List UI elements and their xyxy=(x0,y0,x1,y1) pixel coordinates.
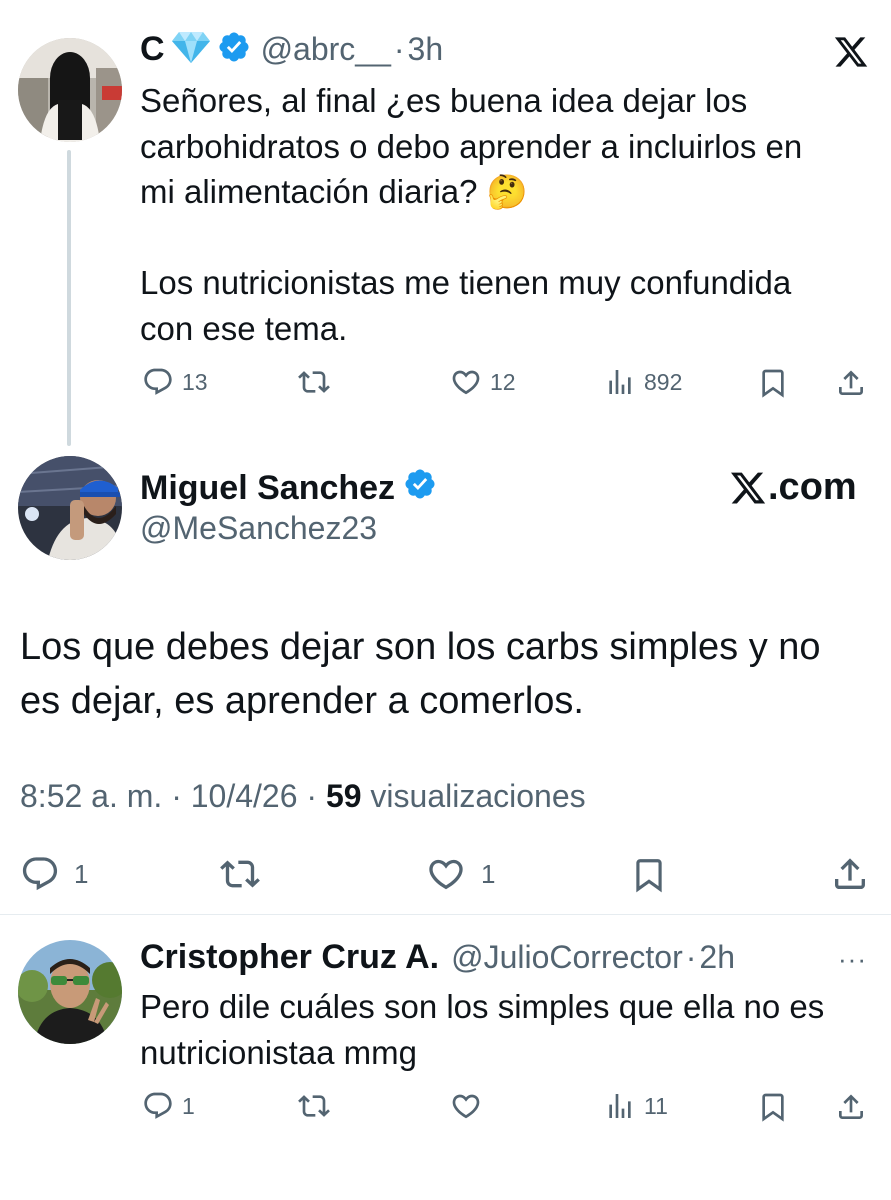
repost-button[interactable] xyxy=(297,366,331,398)
bookmark-button[interactable] xyxy=(630,854,668,896)
tweet-header: Cristopher Cruz A. @JulioCorrector · 2h xyxy=(140,938,735,977)
reply-button[interactable]: 1 xyxy=(20,854,88,894)
reply-button[interactable]: 13 xyxy=(142,366,208,398)
reply-count: 1 xyxy=(74,858,89,889)
author-name-row: Miguel Sanchez xyxy=(140,467,437,510)
reply-button[interactable]: 1 xyxy=(142,1090,195,1122)
bookmark-button[interactable] xyxy=(757,1090,789,1124)
date[interactable]: 10/4/26 xyxy=(191,778,298,814)
like-button[interactable]: 12 xyxy=(450,366,516,398)
views-label: visualizaciones xyxy=(361,778,586,814)
diamond-icon xyxy=(171,30,211,69)
tweet-text: Pero dile cuáles son los simples que ell… xyxy=(140,988,825,1071)
separator-dot: · xyxy=(297,778,326,814)
views-button[interactable]: 11 xyxy=(604,1090,668,1122)
timestamp[interactable]: 3h xyxy=(408,31,444,68)
views-count: 11 xyxy=(644,1092,668,1119)
xcom-watermark: .com xyxy=(728,466,857,509)
timestamp[interactable]: 8:52 a. m. xyxy=(20,778,162,814)
verified-icon xyxy=(217,30,251,69)
x-logo-icon xyxy=(730,472,766,503)
author-handle[interactable]: @JulioCorrector xyxy=(451,939,683,976)
like-count: 12 xyxy=(490,368,516,395)
tweet-header: C @abrc__ · 3h xyxy=(140,30,443,69)
author-name[interactable]: C xyxy=(140,30,165,69)
share-button[interactable] xyxy=(835,1090,867,1124)
x-logo-icon xyxy=(832,34,870,75)
share-button[interactable] xyxy=(835,366,867,400)
author-handle[interactable]: @MeSanchez23 xyxy=(140,510,377,547)
like-count: 1 xyxy=(481,858,496,889)
bookmark-button[interactable] xyxy=(757,366,789,400)
author-name[interactable]: Cristopher Cruz A. xyxy=(140,938,439,977)
view-count: 59 xyxy=(325,778,362,814)
avatar[interactable] xyxy=(18,940,122,1044)
brand-text: .com xyxy=(768,466,857,508)
avatar[interactable] xyxy=(18,38,122,142)
avatar[interactable] xyxy=(18,456,122,560)
thread-line xyxy=(67,150,71,446)
timestamp[interactable]: 2h xyxy=(699,939,735,976)
reply-count: 13 xyxy=(182,368,208,395)
separator-dot: · xyxy=(162,778,191,814)
views-button[interactable]: 892 xyxy=(604,366,682,398)
divider xyxy=(0,914,891,915)
like-button[interactable] xyxy=(450,1090,482,1122)
repost-button[interactable] xyxy=(218,854,262,894)
like-button[interactable]: 1 xyxy=(425,854,495,894)
separator-dot: · xyxy=(393,31,405,67)
reply-count: 1 xyxy=(182,1092,195,1119)
views-count: 892 xyxy=(644,368,683,395)
tweet-text: Los que debes dejar son los carbs simple… xyxy=(20,626,821,722)
tweet-text: Señores, al final ¿es buena idea dejar l… xyxy=(140,82,803,347)
author-name[interactable]: Miguel Sanchez xyxy=(140,469,395,508)
verified-icon xyxy=(403,467,437,510)
more-options-icon[interactable]: ··· xyxy=(838,944,867,975)
author-handle[interactable]: @abrc__ xyxy=(261,31,391,68)
separator-dot: · xyxy=(685,939,697,975)
repost-button[interactable] xyxy=(297,1090,331,1122)
share-button[interactable] xyxy=(830,854,870,894)
tweet-meta: 8:52 a. m. · 10/4/26 · 59 visualizacione… xyxy=(20,778,586,815)
